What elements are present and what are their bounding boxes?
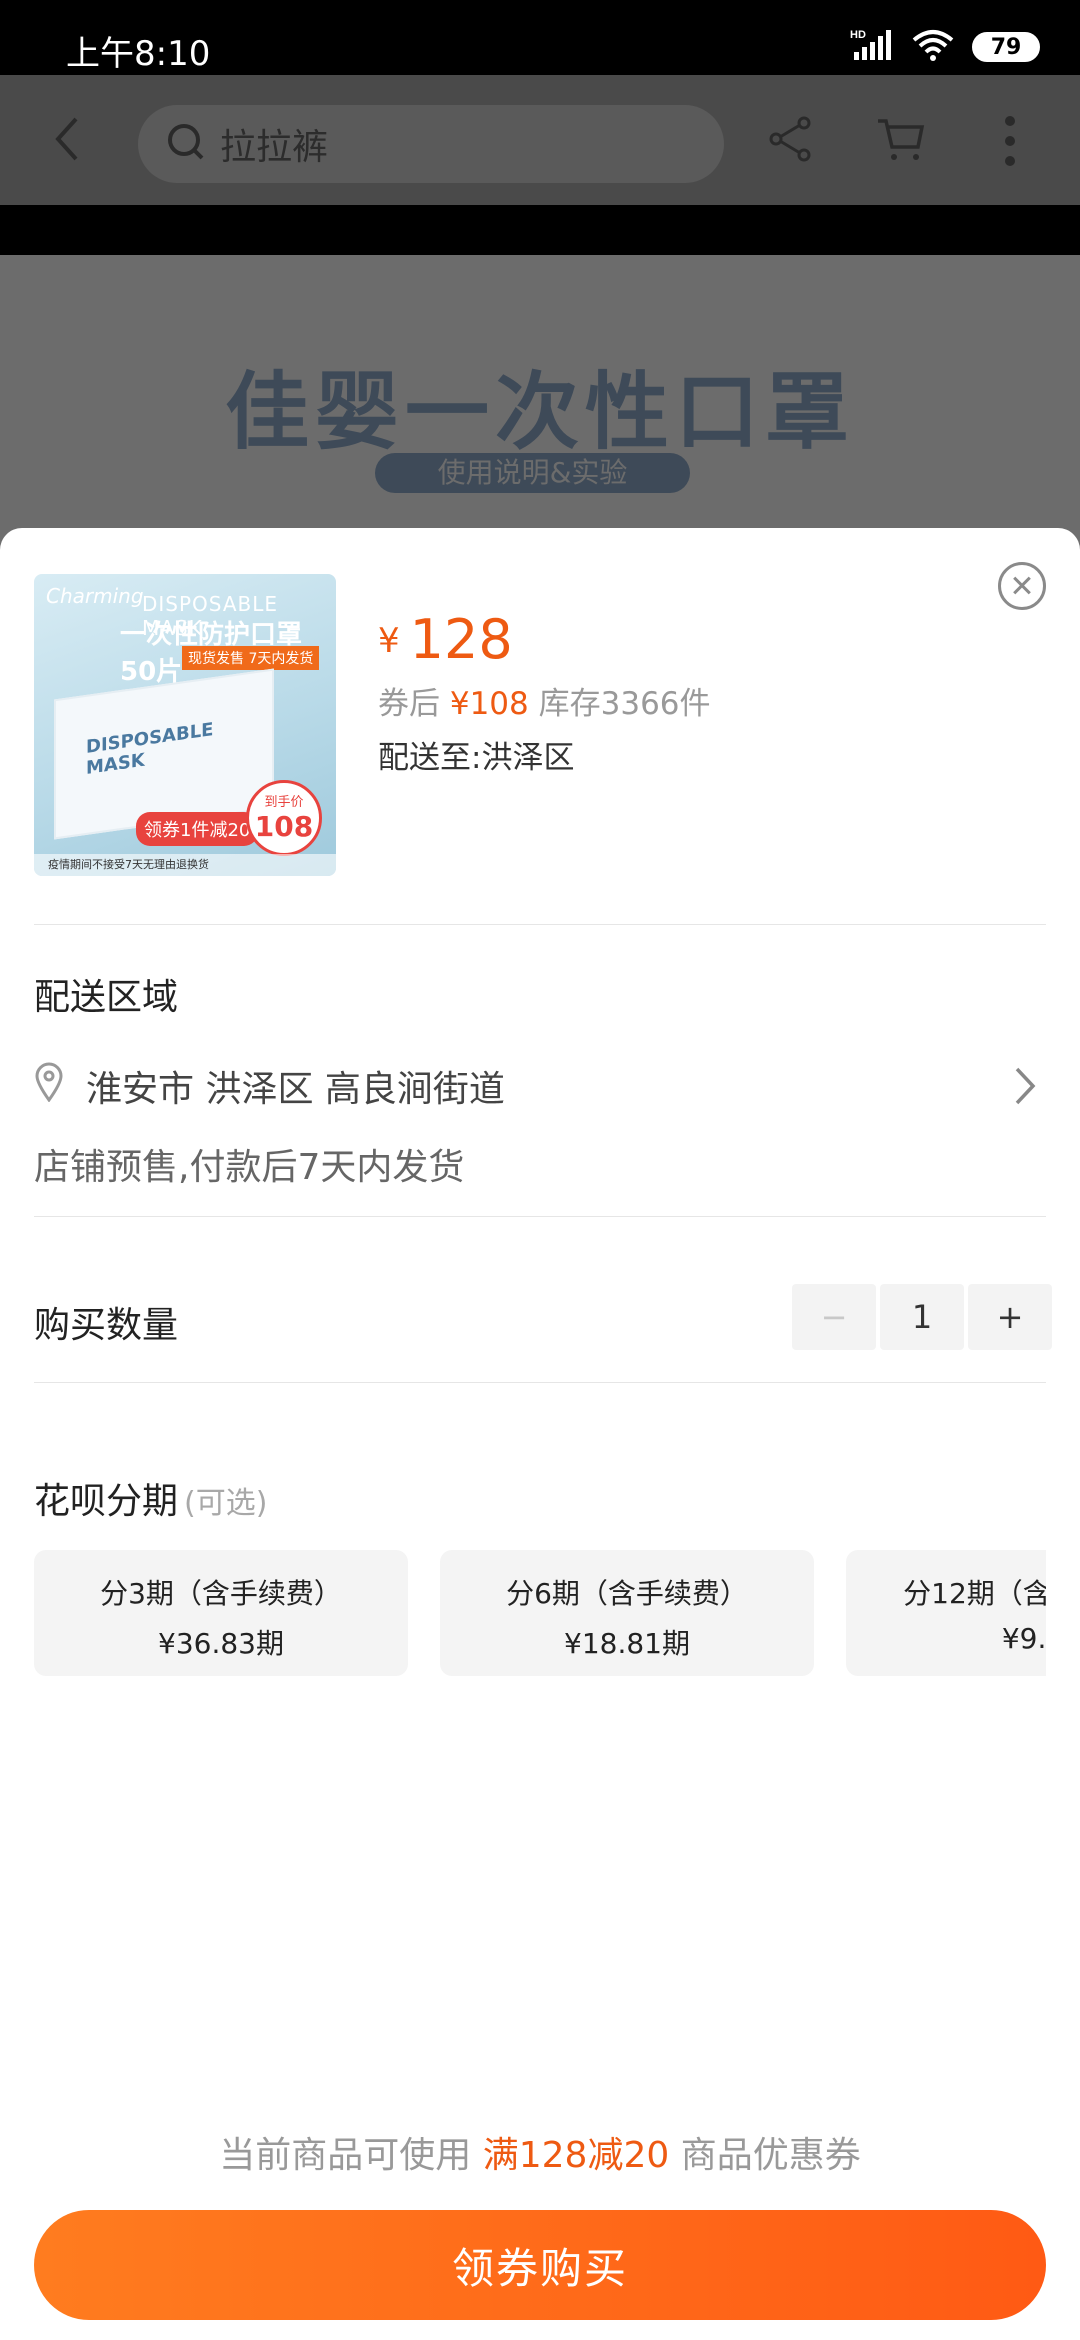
deliver-to: 配送至:洪泽区 [378, 740, 575, 776]
sku-sheet: Charming DISPOSABLE MASK 一次性防护口罩50片 现货发售… [0, 528, 1080, 2340]
installment-plan-12[interactable]: 分12期（含手续费） ¥9.6 [846, 1550, 1046, 1676]
presale-note: 店铺预售,付款后7天内发货 [34, 1147, 465, 1188]
divider [34, 1216, 1046, 1217]
wifi-icon [912, 28, 954, 66]
cart-icon[interactable] [876, 115, 926, 167]
chevron-right-icon [1014, 1066, 1036, 1110]
badge-price: 108 [254, 810, 314, 843]
plan-label: 分6期（含手续费） [506, 1577, 748, 1610]
address-selector[interactable]: 淮安市 洪泽区 高良涧街道 [34, 1048, 1046, 1118]
divider [34, 1382, 1046, 1383]
plan-label: 分12期（含手续费） [903, 1577, 1046, 1610]
address-text: 淮安市 洪泽区 高良涧街道 [86, 1069, 505, 1110]
coupon-tip-highlight: 满128减20 [482, 2135, 670, 2176]
coupon-tip: 当前商品可使用 满128减20 商品优惠券 [0, 2126, 1080, 2178]
thumb-tag: 现货发售 7天内发货 [182, 646, 320, 670]
optional-label: (可选) [184, 1486, 268, 1521]
status-icons: HD 79 [850, 28, 1040, 66]
divider-band [0, 205, 1080, 255]
stock-count: 库存3366件 [538, 686, 711, 722]
quantity-value[interactable]: 1 [880, 1284, 964, 1350]
banner-title: 佳婴一次性口罩 [224, 363, 855, 461]
banner-subtitle: 使用说明&实验 [375, 453, 690, 493]
increase-button[interactable]: + [968, 1284, 1052, 1350]
status-time: 上午8:10 [66, 34, 211, 74]
battery-icon: 79 [972, 32, 1040, 62]
search-input[interactable]: 拉拉裤 [138, 105, 724, 183]
product-price: ¥128 [378, 608, 513, 671]
status-bar: 上午8:10 HD 79 [0, 0, 1080, 75]
thumb-brand: Charming [46, 584, 144, 608]
search-placeholder: 拉拉裤 [220, 127, 329, 168]
plan-amount: ¥36.83期 [158, 1627, 284, 1660]
installment-plan-3[interactable]: 分3期（含手续费） ¥36.83期 [34, 1550, 408, 1676]
coupon-tip-prefix: 当前商品可使用 [219, 2135, 472, 2176]
quantity-stepper: − 1 + [792, 1284, 1052, 1350]
quantity-label: 购买数量 [34, 1305, 179, 1346]
thumb-coupon: 领券1件减20 [136, 812, 259, 846]
svg-text:HD: HD [850, 29, 866, 41]
thumb-price-badge: 到手价 108 [246, 780, 322, 856]
location-pin-icon [34, 1062, 64, 1106]
top-nav: 拉拉裤 [0, 75, 1080, 205]
signal-icon: HD [850, 28, 894, 66]
more-icon[interactable] [1000, 115, 1020, 171]
installment-plan-6[interactable]: 分6期（含手续费） ¥18.81期 [440, 1550, 814, 1676]
box-label: DISPOSABLE MASK [86, 719, 214, 779]
share-icon[interactable] [768, 115, 812, 167]
price-symbol: ¥ [378, 621, 400, 661]
divider [34, 924, 1046, 925]
claim-coupon-buy-button[interactable]: 领券购买 [34, 2210, 1046, 2320]
after-coupon-label: 券后 [378, 686, 440, 722]
installment-plans: 分3期（含手续费） ¥36.83期 分6期（含手续费） ¥18.81期 分12期… [34, 1550, 1046, 1678]
plan-amount: ¥18.81期 [564, 1627, 690, 1660]
close-icon[interactable] [998, 562, 1046, 610]
plan-label: 分3期（含手续费） [100, 1577, 342, 1610]
coupon-tip-suffix: 商品优惠券 [680, 2135, 861, 2176]
after-coupon-price: ¥108 [449, 686, 529, 722]
badge-label: 到手价 [264, 795, 304, 810]
after-coupon-line: 券后 ¥108 库存3366件 [378, 678, 711, 723]
back-arrow-icon[interactable] [52, 115, 82, 167]
thumb-footer: 疫情期间不接受7天无理由退换货 [34, 854, 336, 876]
plan-amount: ¥9.6 [1001, 1622, 1046, 1655]
product-banner: 佳婴一次性口罩 使用说明&实验 [0, 255, 1080, 530]
delivery-title: 配送区域 [34, 977, 179, 1018]
search-icon [166, 122, 206, 166]
installment-title: 花呗分期 (可选) [34, 1472, 267, 1524]
decrease-button[interactable]: − [792, 1284, 876, 1350]
product-thumbnail: Charming DISPOSABLE MASK 一次性防护口罩50片 现货发售… [34, 574, 336, 876]
price-value: 128 [409, 608, 513, 671]
installment-title-text: 花呗分期 [34, 1481, 179, 1522]
